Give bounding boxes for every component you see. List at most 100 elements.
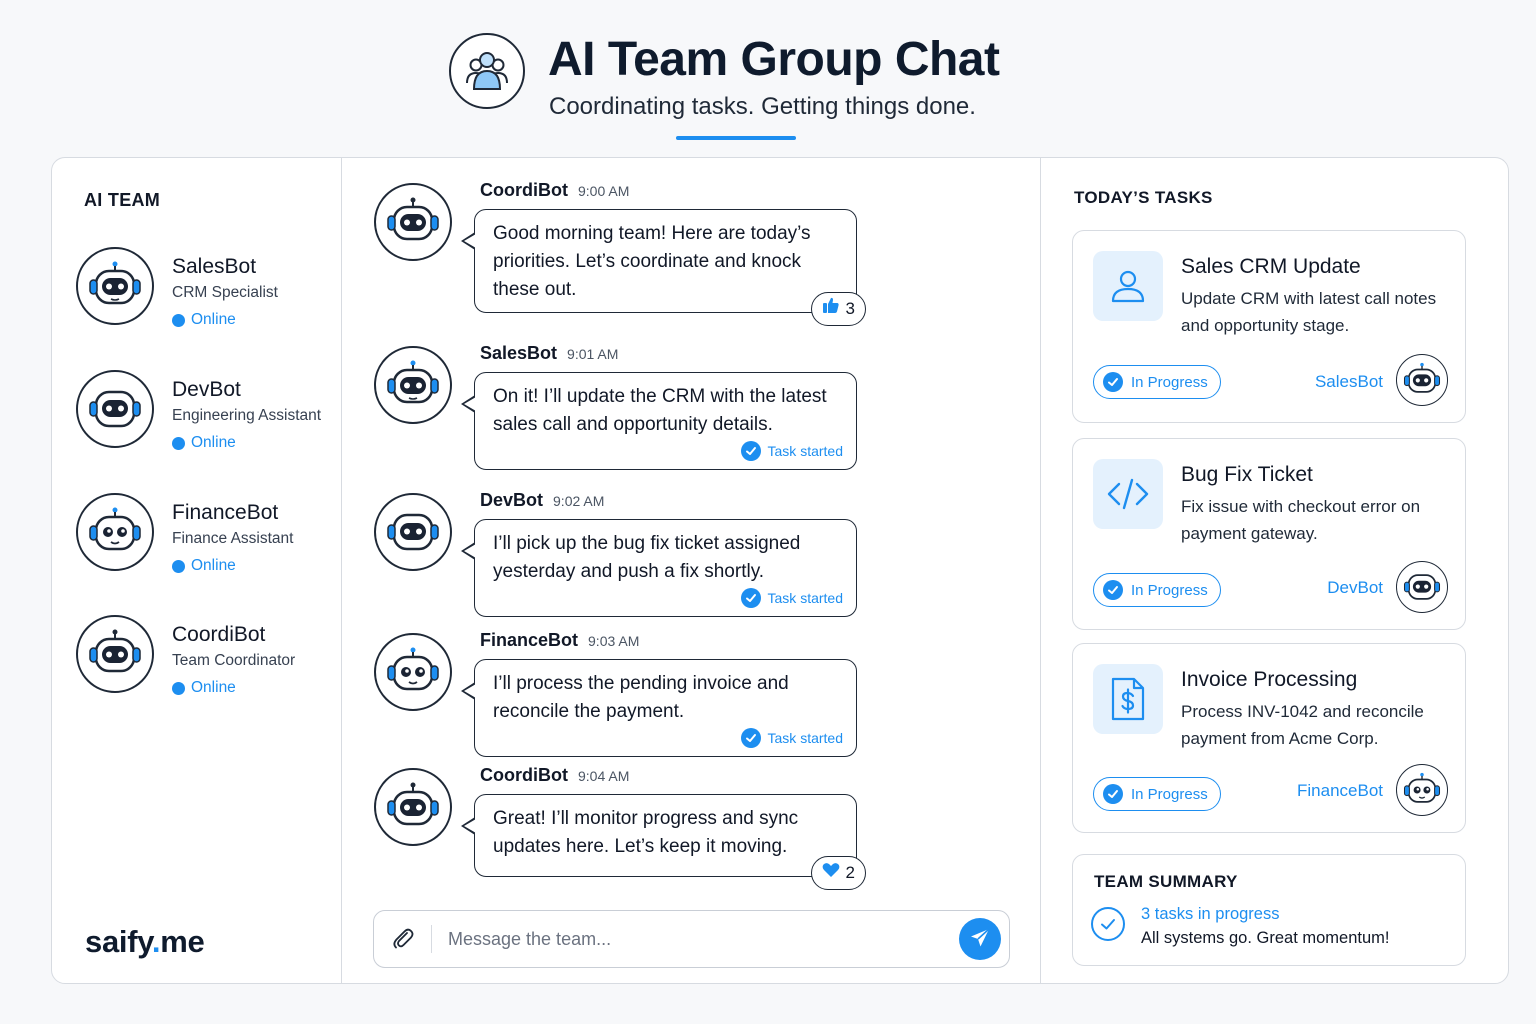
sidebar-member-financebot[interactable]: FinanceBot Finance Assistant Online <box>76 493 346 575</box>
online-dot-icon <box>172 559 185 573</box>
check-circle-icon <box>1103 372 1123 392</box>
message-text: I’ll pick up the bug fix ticket assigned… <box>493 533 801 582</box>
member-name: CoordiBot <box>172 623 266 646</box>
brand-logo: saify.me <box>85 924 205 960</box>
message-bubble: On it! I’ll update the CRM with the late… <box>461 372 857 470</box>
online-dot-icon <box>172 436 185 450</box>
status-online: Online <box>172 557 236 575</box>
message-sender: CoordiBot 9:00 AM <box>480 180 629 201</box>
task-assignee: FinanceBot <box>1297 781 1383 800</box>
status-online: Online <box>172 311 236 329</box>
robot-headset-icon <box>374 346 452 424</box>
message-text: On it! I’ll update the CRM with the late… <box>493 386 827 435</box>
reaction-count: 2 <box>845 863 855 882</box>
robot-headset-icon <box>374 183 452 261</box>
message-time: 9:02 AM <box>553 493 605 509</box>
message-bubble: Great! I’ll monitor progress and sync up… <box>461 794 866 890</box>
message-time: 9:04 AM <box>577 768 630 784</box>
message-bubble: Good morning team! Here are today’s prio… <box>461 209 866 326</box>
member-role: CRM Specialist <box>172 284 278 301</box>
sender-name: CoordiBot <box>480 765 568 785</box>
task-description: Process INV-1042 and reconcile payment f… <box>1181 702 1424 748</box>
reaction-badge[interactable]: 2 <box>810 856 866 890</box>
online-dot-icon <box>172 313 185 327</box>
status-online: Online <box>172 679 236 697</box>
message-sender: SalesBot 9:01 AM <box>480 343 618 364</box>
check-circle-icon <box>1103 580 1123 600</box>
robot-headset-icon <box>76 615 154 693</box>
task-status-label: Task started <box>767 590 843 606</box>
online-dot-icon <box>172 681 185 695</box>
status-online: Online <box>172 434 236 452</box>
reaction-badge[interactable]: 3 <box>810 292 866 326</box>
sidebar-member-coordibot[interactable]: CoordiBot Team Coordinator Online <box>76 615 346 697</box>
status-label: In Progress <box>1131 373 1208 391</box>
message-bubble: I’ll process the pending invoice and rec… <box>461 659 857 757</box>
task-title: Invoice Processing <box>1181 668 1358 691</box>
page-subtitle: Coordinating tasks. Getting things done. <box>549 93 976 120</box>
task-started-status: Task started <box>493 728 843 748</box>
message-text: Good morning team! Here are today’s prio… <box>493 223 811 300</box>
task-description: Fix issue with checkout error on payment… <box>1181 497 1421 543</box>
page-title: AI Team Group Chat <box>548 33 1000 86</box>
member-name: DevBot <box>172 378 241 401</box>
sidebar-member-devbot[interactable]: DevBot Engineering Assistant Online <box>76 370 346 452</box>
status-badge: In Progress <box>1093 573 1221 607</box>
robot-headset-icon <box>1396 354 1448 406</box>
status-label: In Progress <box>1131 581 1208 599</box>
message-sender: CoordiBot 9:04 AM <box>480 765 629 786</box>
code-icon <box>1093 459 1163 529</box>
sidebar-divider <box>341 158 342 983</box>
message-sender: DevBot 9:02 AM <box>480 490 604 511</box>
member-name: SalesBot <box>172 255 257 278</box>
brand-dot: . <box>151 924 161 959</box>
robot-round-eyes-icon <box>374 633 452 711</box>
paperclip-icon[interactable] <box>392 927 414 956</box>
brand-name: saify <box>85 924 152 959</box>
status-label: In Progress <box>1131 785 1208 803</box>
sender-name: SalesBot <box>480 343 558 363</box>
composer-divider <box>431 925 432 953</box>
send-button[interactable] <box>959 918 1001 960</box>
sender-name: FinanceBot <box>480 630 579 650</box>
message-sender: FinanceBot 9:03 AM <box>480 630 639 651</box>
message-time: 9:00 AM <box>577 183 630 199</box>
task-status-label: Task started <box>767 443 843 459</box>
status-label: Online <box>191 679 236 696</box>
task-card[interactable]: Bug Fix Ticket Fix issue with checkout e… <box>1072 438 1466 630</box>
tasks-title: TODAY’S TASKS <box>1074 188 1213 207</box>
invoice-dollar-icon <box>1093 664 1163 734</box>
member-name: FinanceBot <box>172 501 279 524</box>
status-label: Online <box>191 434 236 451</box>
robot-headset-icon <box>374 493 452 571</box>
status-label: Online <box>191 311 236 328</box>
message-text: Great! I’ll monitor progress and sync up… <box>493 808 799 857</box>
status-badge: In Progress <box>1093 365 1221 399</box>
task-card[interactable]: Sales CRM Update Update CRM with latest … <box>1072 230 1466 423</box>
summary-tasks-count[interactable]: 3 tasks in progress <box>1141 905 1279 924</box>
team-summary: TEAM SUMMARY 3 tasks in progress All sys… <box>1072 854 1466 966</box>
sender-name: CoordiBot <box>480 180 568 200</box>
task-title: Bug Fix Ticket <box>1181 463 1313 486</box>
member-role: Finance Assistant <box>172 530 294 547</box>
task-assignee: SalesBot <box>1314 372 1383 391</box>
task-started-status: Task started <box>493 441 843 461</box>
robot-headset-icon <box>374 768 452 846</box>
task-started-status: Task started <box>493 588 843 608</box>
task-status-label: Task started <box>767 730 843 746</box>
check-circle-icon <box>1103 784 1123 804</box>
check-circle-icon <box>740 441 761 461</box>
status-label: Online <box>191 557 236 574</box>
check-circle-icon <box>740 728 761 748</box>
message-input[interactable] <box>448 925 928 953</box>
sidebar-member-salesbot[interactable]: SalesBot CRM Specialist Online <box>76 247 346 329</box>
task-title: Sales CRM Update <box>1181 255 1361 278</box>
paper-plane-icon <box>969 927 991 952</box>
sidebar-title: AI TEAM <box>84 190 161 210</box>
reaction-count: 3 <box>845 299 855 318</box>
status-badge: In Progress <box>1093 777 1221 811</box>
member-role: Engineering Assistant <box>172 407 322 424</box>
summary-message: All systems go. Great momentum! <box>1141 929 1390 947</box>
task-description: Update CRM with latest call notes and op… <box>1181 289 1437 335</box>
task-card[interactable]: Invoice Processing Process INV-1042 and … <box>1072 643 1466 833</box>
